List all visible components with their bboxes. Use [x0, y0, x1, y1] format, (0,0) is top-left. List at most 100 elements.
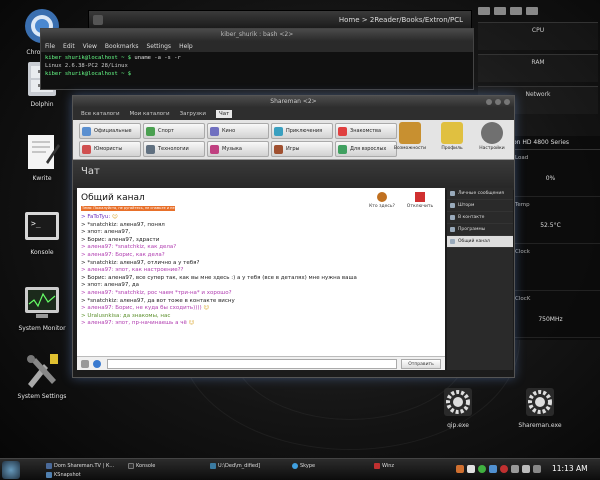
menu-item-bookmarks[interactable]: Bookmarks	[105, 41, 139, 52]
channel-list-item[interactable]: Шторм	[447, 200, 513, 212]
gpu-row: ClocK 750MHz	[501, 291, 600, 338]
smiley-icon: ☺	[186, 320, 195, 327]
category-button[interactable]: Технологии	[143, 141, 205, 157]
network-icon[interactable]	[533, 465, 541, 473]
widget-icon[interactable]	[494, 7, 506, 15]
tray-icon[interactable]	[478, 465, 486, 473]
tray-icon[interactable]	[511, 465, 519, 473]
close-icon[interactable]	[504, 99, 510, 105]
channel-list-item[interactable]: Личные сообщения	[447, 188, 513, 200]
menu-item-file[interactable]: File	[45, 41, 55, 52]
category-button[interactable]: Игры	[271, 141, 333, 157]
gpu-monitor-widget: on HD 4800 Series Load 0% Temp 52.5°C Cloc…	[500, 136, 600, 340]
menu-item-edit[interactable]: Edit	[63, 41, 75, 52]
category-button[interactable]: Юмористы	[79, 141, 141, 157]
smiley-icon[interactable]	[81, 360, 89, 368]
gpu-row-value: 750MHz	[538, 316, 563, 323]
category-button[interactable]: Спорт	[143, 123, 205, 139]
profile-button[interactable]: Профиль	[433, 122, 471, 158]
maximize-icon[interactable]	[495, 99, 501, 105]
tray-icon[interactable]	[456, 465, 464, 473]
channel-list-item[interactable]: Программы	[447, 224, 513, 236]
terminal-menu-bar: File Edit View Bookmarks Settings Help	[41, 41, 473, 52]
channel-list: Личные сообщения Шторм В контакте Программы…	[447, 188, 513, 370]
widget-icon[interactable]	[478, 7, 490, 15]
taskbar-item[interactable]: U:\Ded\m_dified]	[210, 461, 260, 470]
taskbar-item[interactable]: Skype	[292, 461, 315, 470]
desktop-icon-kwrite[interactable]: Kwrite	[6, 132, 78, 182]
desktop-icon-shareman[interactable]: Shareman.exe	[510, 384, 570, 429]
channel-list-label: Программы	[458, 227, 486, 232]
terminal-output[interactable]: kiber shurik@localhost ~ $ uname -a -s -…	[41, 52, 473, 80]
category-button[interactable]: Официальные	[79, 123, 141, 139]
attach-icon[interactable]	[93, 360, 101, 368]
taskbar-item[interactable]: Dom Shareman.TV | К...	[46, 461, 114, 470]
gpu-row-key: Clock	[515, 249, 530, 255]
main-tabs: Все каталоги Мои каталоги Загрузки Чат	[73, 108, 514, 120]
desktop-icon-system-settings[interactable]: System Settings	[6, 350, 78, 400]
desktop-icon-label: Shareman.exe	[518, 422, 562, 429]
chat-message: > алена97: Борис, не куда бы сходить))))…	[81, 305, 411, 313]
tray-icon[interactable]	[500, 465, 508, 473]
tab-all-catalogs[interactable]: Все каталоги	[81, 111, 120, 117]
chat-message: > *snatchkiz: алена97, отлично а у тебя?	[81, 260, 411, 268]
disconnect-button[interactable]: Отключить	[405, 192, 435, 209]
menu-item-help[interactable]: Help	[179, 41, 193, 52]
desktop-icon-konsole[interactable]: >_ Konsole	[6, 206, 78, 256]
channel-list-item[interactable]: В контакте	[447, 212, 513, 224]
tray-icon[interactable]	[489, 465, 497, 473]
send-button[interactable]: Отправить	[401, 359, 441, 369]
taskbar-item[interactable]: KSnapshot	[46, 470, 81, 479]
close-icon	[415, 192, 425, 202]
taskbar-item[interactable]: Konsole	[128, 461, 155, 470]
category-button[interactable]: Знакомства	[335, 123, 397, 139]
terminal-line: kiber shurik@localhost ~ $	[45, 70, 469, 78]
tab-downloads[interactable]: Загрузки	[180, 111, 206, 117]
desktop-icon-label: Konsole	[30, 249, 54, 256]
skype-icon	[292, 462, 298, 469]
who-is-here-button[interactable]: Кто здесь?	[367, 192, 397, 209]
kde-menu-icon[interactable]	[2, 461, 20, 479]
widget-toolbar	[478, 4, 598, 18]
settings-button[interactable]: Настройки	[473, 122, 511, 158]
minimize-icon[interactable]	[486, 99, 492, 105]
features-button[interactable]: Возможности	[391, 122, 429, 158]
widget-icon[interactable]	[510, 7, 522, 15]
category-icon	[274, 144, 283, 154]
category-button[interactable]: Кино	[207, 123, 269, 139]
category-button[interactable]: Приключения	[271, 123, 333, 139]
desktop-icon-system-monitor[interactable]: System Monitor	[6, 282, 78, 332]
category-icon	[146, 126, 155, 136]
window-titlebar[interactable]: Shareman <2>	[73, 96, 514, 108]
category-icon	[338, 126, 347, 136]
message-input-bar: Отправить	[77, 356, 445, 370]
chat-message-text: > алена97: *snatchkiz, рос чаем *три-на*…	[81, 289, 232, 296]
category-button[interactable]: Музыка	[207, 141, 269, 157]
volume-icon[interactable]	[522, 465, 530, 473]
back-icon[interactable]	[93, 15, 103, 25]
shareman-window[interactable]: Shareman <2> Все каталоги Мои каталоги З…	[72, 95, 515, 378]
smiley-icon: ☺	[201, 305, 210, 312]
tray-icon[interactable]	[467, 465, 475, 473]
clock[interactable]: 11:13 AM	[552, 464, 588, 473]
message-list[interactable]: > FaToTyu: ☺ > *snatchkiz: алена97, понял…	[81, 214, 411, 328]
dolphin-path-bar[interactable]: Home > 2Reader/Books/Extron/PCL	[88, 10, 472, 30]
channel-list-label: Шторм	[458, 203, 475, 208]
taskbar-item[interactable]: Winz	[374, 461, 394, 470]
channel-list-item[interactable]: Общий канал	[447, 236, 513, 248]
taskbar-item-label: Dom Shareman.TV | К...	[54, 462, 115, 469]
breadcrumb[interactable]: Home > 2Reader/Books/Extron/PCL	[339, 16, 463, 24]
category-button[interactable]: Для взрослых	[335, 141, 397, 157]
message-input[interactable]	[107, 359, 397, 369]
tab-my-catalogs[interactable]: Мои каталоги	[130, 111, 170, 117]
tab-chat[interactable]: Чат	[215, 110, 233, 118]
smiley-icon: ☺	[110, 214, 118, 220]
channel-icon	[450, 215, 455, 220]
ram-monitor: RAM	[478, 54, 598, 82]
chat-message-text: > Борис: алена97, все супер так, как вы …	[81, 274, 357, 281]
menu-item-settings[interactable]: Settings	[146, 41, 171, 52]
konsole-window[interactable]: kiber_shurik : bash <2> File Edit View B…	[40, 28, 474, 90]
menu-item-view[interactable]: View	[83, 41, 97, 52]
widget-icon[interactable]	[526, 7, 538, 15]
desktop-icon-qip[interactable]: qip.exe	[428, 384, 488, 429]
